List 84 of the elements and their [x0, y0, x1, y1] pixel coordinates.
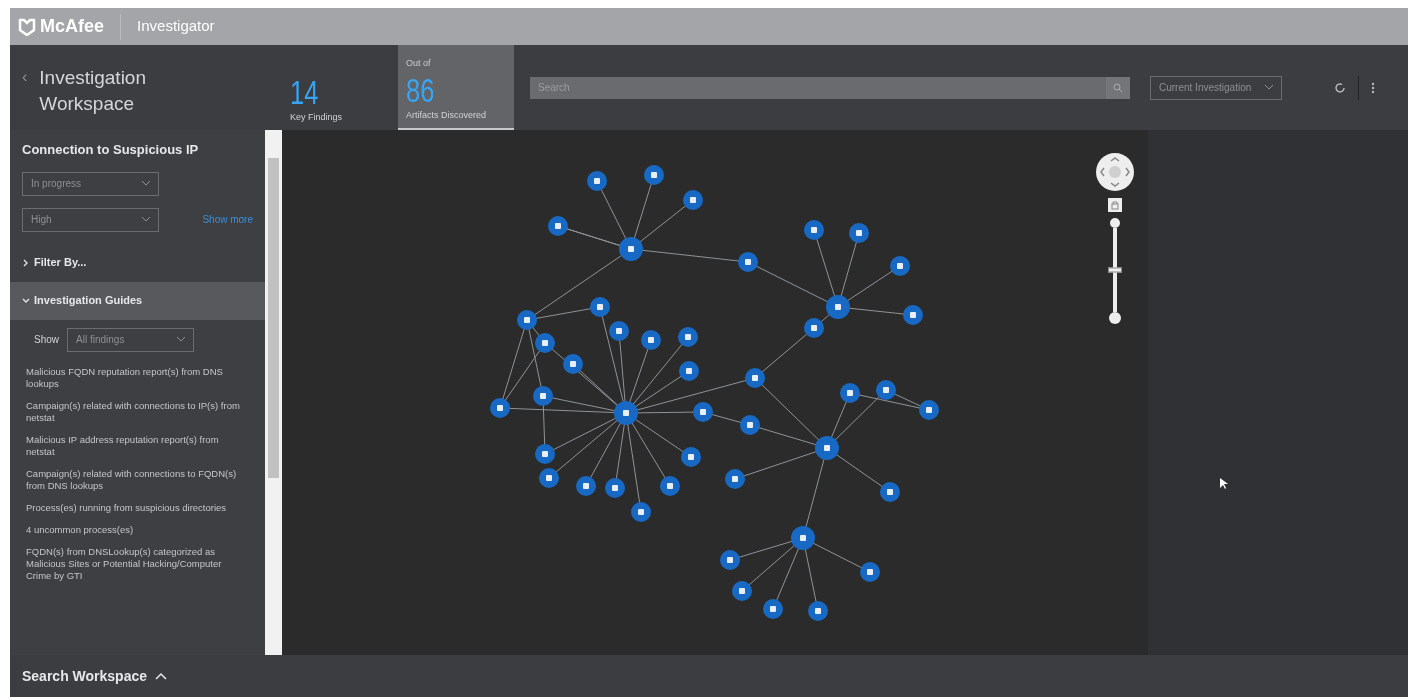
graph-node[interactable] [548, 216, 568, 236]
guide-link[interactable]: Process(es) running from suspicious directories [26, 501, 245, 514]
brand-name: McAfee [40, 15, 105, 38]
graph-node[interactable] [535, 444, 555, 464]
section-header[interactable]: Filter By... [10, 243, 265, 282]
graph-node[interactable] [903, 305, 923, 325]
scope-select[interactable]: Current Investigation [1150, 75, 1282, 100]
graph-node[interactable] [644, 165, 664, 185]
guide-link[interactable]: Malicious IP address reputation report(s) from netstat [26, 433, 245, 458]
graph-node[interactable] [539, 468, 559, 488]
graph-node[interactable] [738, 252, 758, 272]
graph-node[interactable] [804, 220, 824, 240]
back-link[interactable]: ‹ [22, 65, 28, 89]
graph-node[interactable] [849, 223, 869, 243]
graph-node[interactable] [641, 330, 661, 350]
graph-node[interactable] [725, 469, 745, 489]
graph-node[interactable] [563, 354, 583, 374]
graph-node[interactable] [587, 171, 607, 191]
graph-node[interactable] [880, 482, 900, 502]
investigation-title: Connection to Suspicious IP [21, 141, 200, 159]
graph-node[interactable] [605, 478, 625, 498]
zoom-thumb[interactable] [1108, 267, 1122, 273]
graph-node[interactable] [533, 386, 553, 406]
findings-select[interactable]: All findings [67, 327, 194, 352]
zoom-out-icon[interactable] [1109, 312, 1121, 324]
more-icon[interactable] [1371, 81, 1375, 94]
graph-node[interactable] [693, 402, 713, 422]
graph-node[interactable] [826, 295, 850, 319]
graph-node[interactable] [890, 256, 910, 276]
graph-node[interactable] [763, 599, 783, 619]
chevron-right-icon [22, 258, 30, 267]
graph-node[interactable] [804, 318, 824, 338]
search-icon [1113, 82, 1123, 93]
chevron-down-icon [22, 296, 30, 305]
chevron-down-icon [1265, 85, 1273, 90]
graph-node[interactable] [808, 601, 828, 621]
section-header[interactable]: Investigation Guides [10, 281, 265, 320]
search-button[interactable] [1106, 76, 1130, 99]
zoom-slider[interactable] [1108, 218, 1122, 324]
graph-node[interactable] [732, 581, 752, 601]
graph-node[interactable] [681, 447, 701, 467]
product-name: Investigator [137, 16, 215, 37]
chevron-up-icon[interactable] [155, 672, 168, 680]
zoom-in-icon[interactable] [1110, 218, 1120, 228]
chevron-down-icon [142, 217, 150, 222]
graph-node[interactable] [745, 368, 765, 388]
pan-control-icon[interactable] [1095, 152, 1135, 192]
priority-select[interactable]: High [22, 207, 159, 232]
guide-link[interactable]: Campaign(s) related with connections to IP(s) from netstat [26, 399, 245, 424]
graph-node[interactable] [720, 550, 740, 570]
graph-node[interactable] [919, 400, 939, 420]
status-select[interactable]: In progress [22, 171, 159, 196]
cursor-icon [1220, 478, 1228, 490]
graph-node[interactable] [678, 327, 698, 347]
graph-node[interactable] [517, 310, 537, 330]
graph-node[interactable] [576, 476, 596, 496]
graph-node[interactable] [631, 502, 651, 522]
chevron-down-icon [142, 181, 150, 186]
guide-link[interactable]: Malicious FQDN reputation report(s) from DNS lookups [26, 365, 245, 390]
show-label: Show [34, 333, 59, 347]
graph-node[interactable] [740, 415, 760, 435]
graph-node[interactable] [660, 476, 680, 496]
guide-link[interactable]: Campaign(s) related with connections to FQDN(s) from DNS lookups [26, 467, 245, 492]
graph-node[interactable] [490, 398, 510, 418]
chevron-down-icon [177, 337, 185, 342]
search-workspace-label[interactable]: Search Workspace [22, 665, 148, 687]
graph-node[interactable] [791, 526, 815, 550]
graph-node[interactable] [876, 380, 896, 400]
graph-node[interactable] [815, 436, 839, 460]
stat-tab[interactable]: Out of 86 Artifacts Discovered [398, 45, 514, 130]
guide-link[interactable]: FQDN(s) from DNSLookup(s) categorized as Malicious Sites or Potential Hacking/Computer Crime by GTI [26, 545, 245, 582]
graph-node[interactable] [679, 361, 699, 381]
graph-node[interactable] [683, 190, 703, 210]
refresh-icon[interactable] [1334, 81, 1346, 94]
workspace-title: Investigation Workspace [39, 66, 147, 116]
guide-link[interactable]: 4 uncommon process(es) [26, 523, 245, 536]
graph-node[interactable] [619, 237, 643, 261]
graph-node[interactable] [860, 562, 880, 582]
graph-node[interactable] [614, 401, 638, 425]
graph-node[interactable] [535, 333, 555, 353]
graph-node[interactable] [590, 297, 610, 317]
shield-logo-icon [18, 17, 36, 36]
graph-node[interactable] [609, 321, 629, 341]
graph-node[interactable] [840, 383, 860, 403]
